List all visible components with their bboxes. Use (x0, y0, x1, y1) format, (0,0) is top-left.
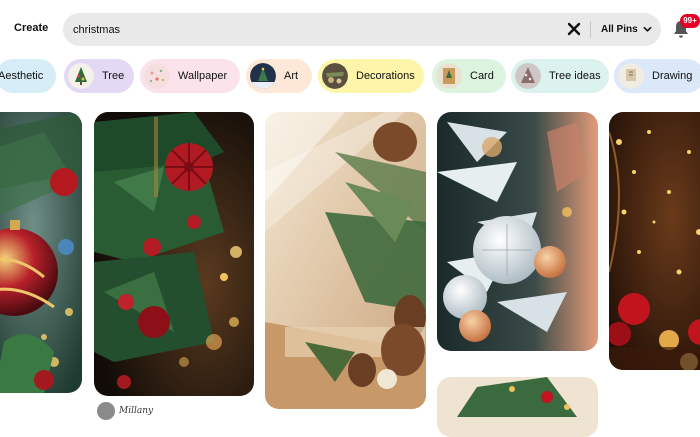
chip-thumbnail (68, 63, 94, 89)
pin-christmas-tree-bow[interactable] (94, 112, 254, 396)
pin-frosted-tree-ornaments[interactable] (437, 112, 598, 351)
chip-drawing[interactable]: Drawing (614, 59, 700, 93)
chip-label: Tree (102, 70, 125, 82)
chip-label: Card (470, 70, 494, 82)
avatar (97, 402, 115, 420)
pin-author[interactable]: Millany (97, 402, 153, 420)
chip-tree[interactable]: Tree (64, 59, 134, 93)
pin-filter-dropdown[interactable]: All Pins (601, 13, 652, 46)
chip-thumbnail (436, 63, 462, 89)
chip-aesthetic[interactable]: Aesthetic (0, 59, 56, 93)
chip-label: Drawing (652, 70, 693, 82)
chip-wallpaper[interactable]: Wallpaper (140, 59, 240, 93)
author-name: Millany (119, 406, 154, 416)
chip-decorations[interactable]: Decorations (318, 59, 424, 93)
chip-tree-ideas[interactable]: Tree ideas (511, 59, 609, 93)
search-bar: All Pins (63, 13, 661, 46)
create-button[interactable]: Create (14, 22, 48, 34)
search-input[interactable] (73, 13, 553, 46)
related-searches-bar: Aesthetic Tree Wallpaper Art Decorations… (0, 59, 700, 95)
pin-filter-label: All Pins (601, 24, 638, 35)
chip-thumbnail (144, 63, 170, 89)
clear-search-icon[interactable] (566, 21, 582, 37)
chip-label: Art (284, 70, 299, 82)
chip-art[interactable]: Art (246, 59, 312, 93)
pin-christmas-tree-lights[interactable] (437, 377, 598, 437)
chip-thumbnail (515, 63, 541, 89)
notification-count-badge: 99+ (680, 14, 700, 28)
chip-label: Wallpaper (178, 70, 228, 82)
chevron-down-icon (643, 26, 652, 32)
top-bar: Create All Pins 99+ (0, 0, 700, 60)
search-divider (590, 21, 591, 38)
pin-red-gold-ornaments[interactable] (609, 112, 700, 370)
chip-thumbnail (322, 63, 348, 89)
chip-thumbnail (618, 63, 644, 89)
chip-thumbnail (250, 63, 276, 89)
pin-christmas-ornaments[interactable] (0, 112, 82, 393)
chip-card[interactable]: Card (432, 59, 506, 93)
chip-label: Decorations (356, 70, 415, 82)
chip-label: Tree ideas (549, 70, 601, 82)
chip-label: Aesthetic (0, 70, 44, 82)
pin-pine-cones-sunlight[interactable] (265, 112, 426, 409)
